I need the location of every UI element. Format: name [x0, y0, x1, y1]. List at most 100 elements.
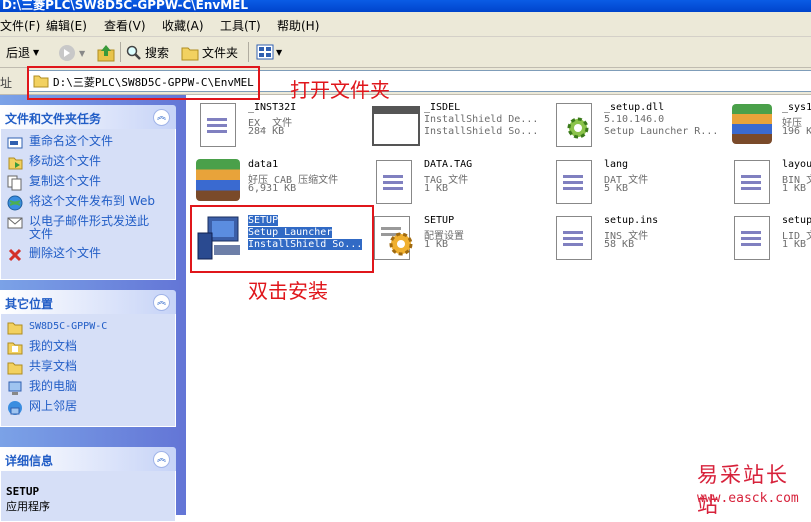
chevron-down-icon: ▼	[276, 47, 283, 57]
document-icon	[194, 100, 242, 148]
details-file-name: SETUP	[6, 485, 40, 498]
file-name: _sys1	[782, 102, 811, 113]
menu-view[interactable]: 查看(V)	[104, 17, 146, 34]
menu-tools[interactable]: 工具(T)	[220, 17, 261, 34]
search-button[interactable]: 搜索	[126, 44, 169, 61]
up-folder-button[interactable]	[96, 44, 116, 62]
search-label: 搜索	[145, 46, 170, 60]
toolbar-separator	[120, 42, 121, 62]
details-file-type: 应用程序	[6, 500, 50, 513]
document-icon	[728, 157, 776, 205]
open-folder-annotation: 打开文件夹	[290, 78, 390, 102]
views-button[interactable]: ▼	[256, 44, 282, 60]
menu-file[interactable]: 文件(F)	[0, 17, 40, 34]
folders-label: 文件夹	[202, 46, 239, 60]
file-size: 196 K	[782, 126, 811, 137]
task-copy[interactable]: 复制这个文件	[7, 175, 101, 191]
window-title: D:\三菱PLC\SW8D5C-GPPW-C\EnvMEL	[2, 0, 249, 12]
window-app-icon	[370, 100, 420, 148]
task-label: 移动这个文件	[29, 154, 102, 168]
back-label: 后退	[6, 46, 31, 60]
other-places-panel: 其它位置 ︽ SW8D5C-GPPW-C 我的文档 共享文档 我的电脑 网上邻居	[0, 290, 176, 427]
forward-button[interactable]: ▼	[58, 44, 85, 62]
file-size: 1 KB	[782, 183, 807, 194]
archive-icon	[194, 157, 242, 205]
file-name: data1	[248, 159, 279, 170]
details-body: SETUP 应用程序	[0, 471, 176, 522]
task-move[interactable]: 移动这个文件	[7, 155, 101, 171]
details-panel: 详细信息 ︽ SETUP 应用程序	[0, 447, 176, 522]
folders-button[interactable]: 文件夹	[181, 44, 238, 61]
toolbar-separator	[248, 42, 249, 62]
place-my-documents[interactable]: 我的文档	[7, 340, 77, 356]
collapse-icon[interactable]: ︽	[153, 294, 170, 311]
folder-icon	[7, 322, 23, 335]
collapse-icon[interactable]: ︽	[153, 109, 170, 126]
file-tasks-panel: 文件和文件夹任务 ︽ 重命名这个文件 移动这个文件 复制这个文件 将这个文件发布…	[0, 105, 176, 280]
place-label: 我的电脑	[29, 379, 78, 393]
back-button[interactable]: 后退 ▼	[6, 44, 39, 61]
file-size: 5 KB	[604, 183, 629, 194]
title-bar: D:\三菱PLC\SW8D5C-GPPW-C\EnvMEL	[0, 0, 811, 12]
forward-arrow-icon	[59, 45, 75, 61]
document-icon	[550, 157, 598, 205]
dll-icon	[550, 100, 598, 148]
place-label: 共享文档	[29, 359, 78, 373]
file-type: 5.10.146.0	[604, 114, 665, 125]
document-icon	[370, 157, 418, 205]
setup-highlight-box	[190, 205, 374, 273]
place-parent-folder[interactable]: SW8D5C-GPPW-C	[7, 320, 107, 336]
file-list-view: _INST32I EX_ 文件 284 KB _ISDEL InstallShi…	[186, 95, 811, 515]
place-label: 我的文档	[29, 339, 78, 353]
file-tasks-header[interactable]: 文件和文件夹任务 ︽	[0, 105, 176, 129]
other-places-header[interactable]: 其它位置 ︽	[0, 290, 176, 314]
place-my-computer[interactable]: 我的电脑	[7, 380, 77, 396]
file-size: 1 KB	[782, 239, 807, 250]
place-label: SW8D5C-GPPW-C	[29, 321, 108, 332]
menu-edit[interactable]: 编辑(E)	[46, 17, 87, 34]
file-size: 284 KB	[248, 126, 285, 137]
task-label: 以电子邮件形式发送此文件	[29, 214, 150, 241]
file-name: layou	[782, 159, 811, 170]
file-name: SETUP	[424, 215, 455, 226]
file-size: 1 KB	[424, 183, 449, 194]
details-header[interactable]: 详细信息 ︽	[0, 447, 176, 471]
task-email[interactable]: 以电子邮件形式发送此文件	[7, 215, 157, 241]
search-icon	[126, 45, 141, 60]
task-label: 删除这个文件	[29, 246, 102, 260]
task-label: 将这个文件发布到 Web	[29, 194, 155, 208]
file-size: InstallShield So...	[424, 126, 539, 137]
email-icon	[7, 217, 23, 229]
address-label: 址	[0, 76, 13, 90]
folder-icon	[181, 47, 199, 60]
file-type: InstallShield De...	[424, 114, 539, 125]
move-icon	[8, 157, 23, 170]
place-network[interactable]: 网上邻居	[7, 400, 77, 416]
address-highlight-box	[27, 66, 260, 100]
toolbar: 后退 ▼ ▼ 搜索 文件夹 ▼	[0, 37, 811, 68]
double-click-annotation: 双击安装	[248, 279, 328, 303]
file-name: lang	[604, 159, 629, 170]
chevron-down-icon: ▼	[33, 48, 40, 57]
watermark-url: www.easck.com	[697, 491, 799, 506]
task-pane: 文件和文件夹任务 ︽ 重命名这个文件 移动这个文件 复制这个文件 将这个文件发布…	[0, 95, 186, 522]
task-publish-web[interactable]: 将这个文件发布到 Web	[7, 195, 155, 211]
file-size: 6,931 KB	[248, 183, 297, 194]
file-size: 1 KB	[424, 239, 449, 250]
document-icon	[728, 213, 776, 261]
task-rename[interactable]: 重命名这个文件	[7, 135, 113, 151]
menu-favorites[interactable]: 收藏(A)	[162, 17, 204, 34]
task-label: 复制这个文件	[29, 174, 102, 188]
chevron-down-icon: ▼	[79, 48, 86, 58]
menu-bar: 文件(F) 编辑(E) 查看(V) 收藏(A) 工具(T) 帮助(H)	[0, 12, 811, 37]
menu-help[interactable]: 帮助(H)	[277, 17, 319, 34]
place-shared-documents[interactable]: 共享文档	[7, 360, 77, 376]
task-label: 重命名这个文件	[29, 134, 114, 148]
collapse-icon[interactable]: ︽	[153, 451, 170, 468]
file-size: 58 KB	[604, 239, 635, 250]
task-delete[interactable]: 删除这个文件	[7, 247, 101, 263]
file-name: _INST32I	[248, 102, 297, 113]
network-icon	[8, 401, 22, 415]
file-size: Setup Launcher R...	[604, 126, 719, 137]
views-icon	[256, 44, 274, 60]
